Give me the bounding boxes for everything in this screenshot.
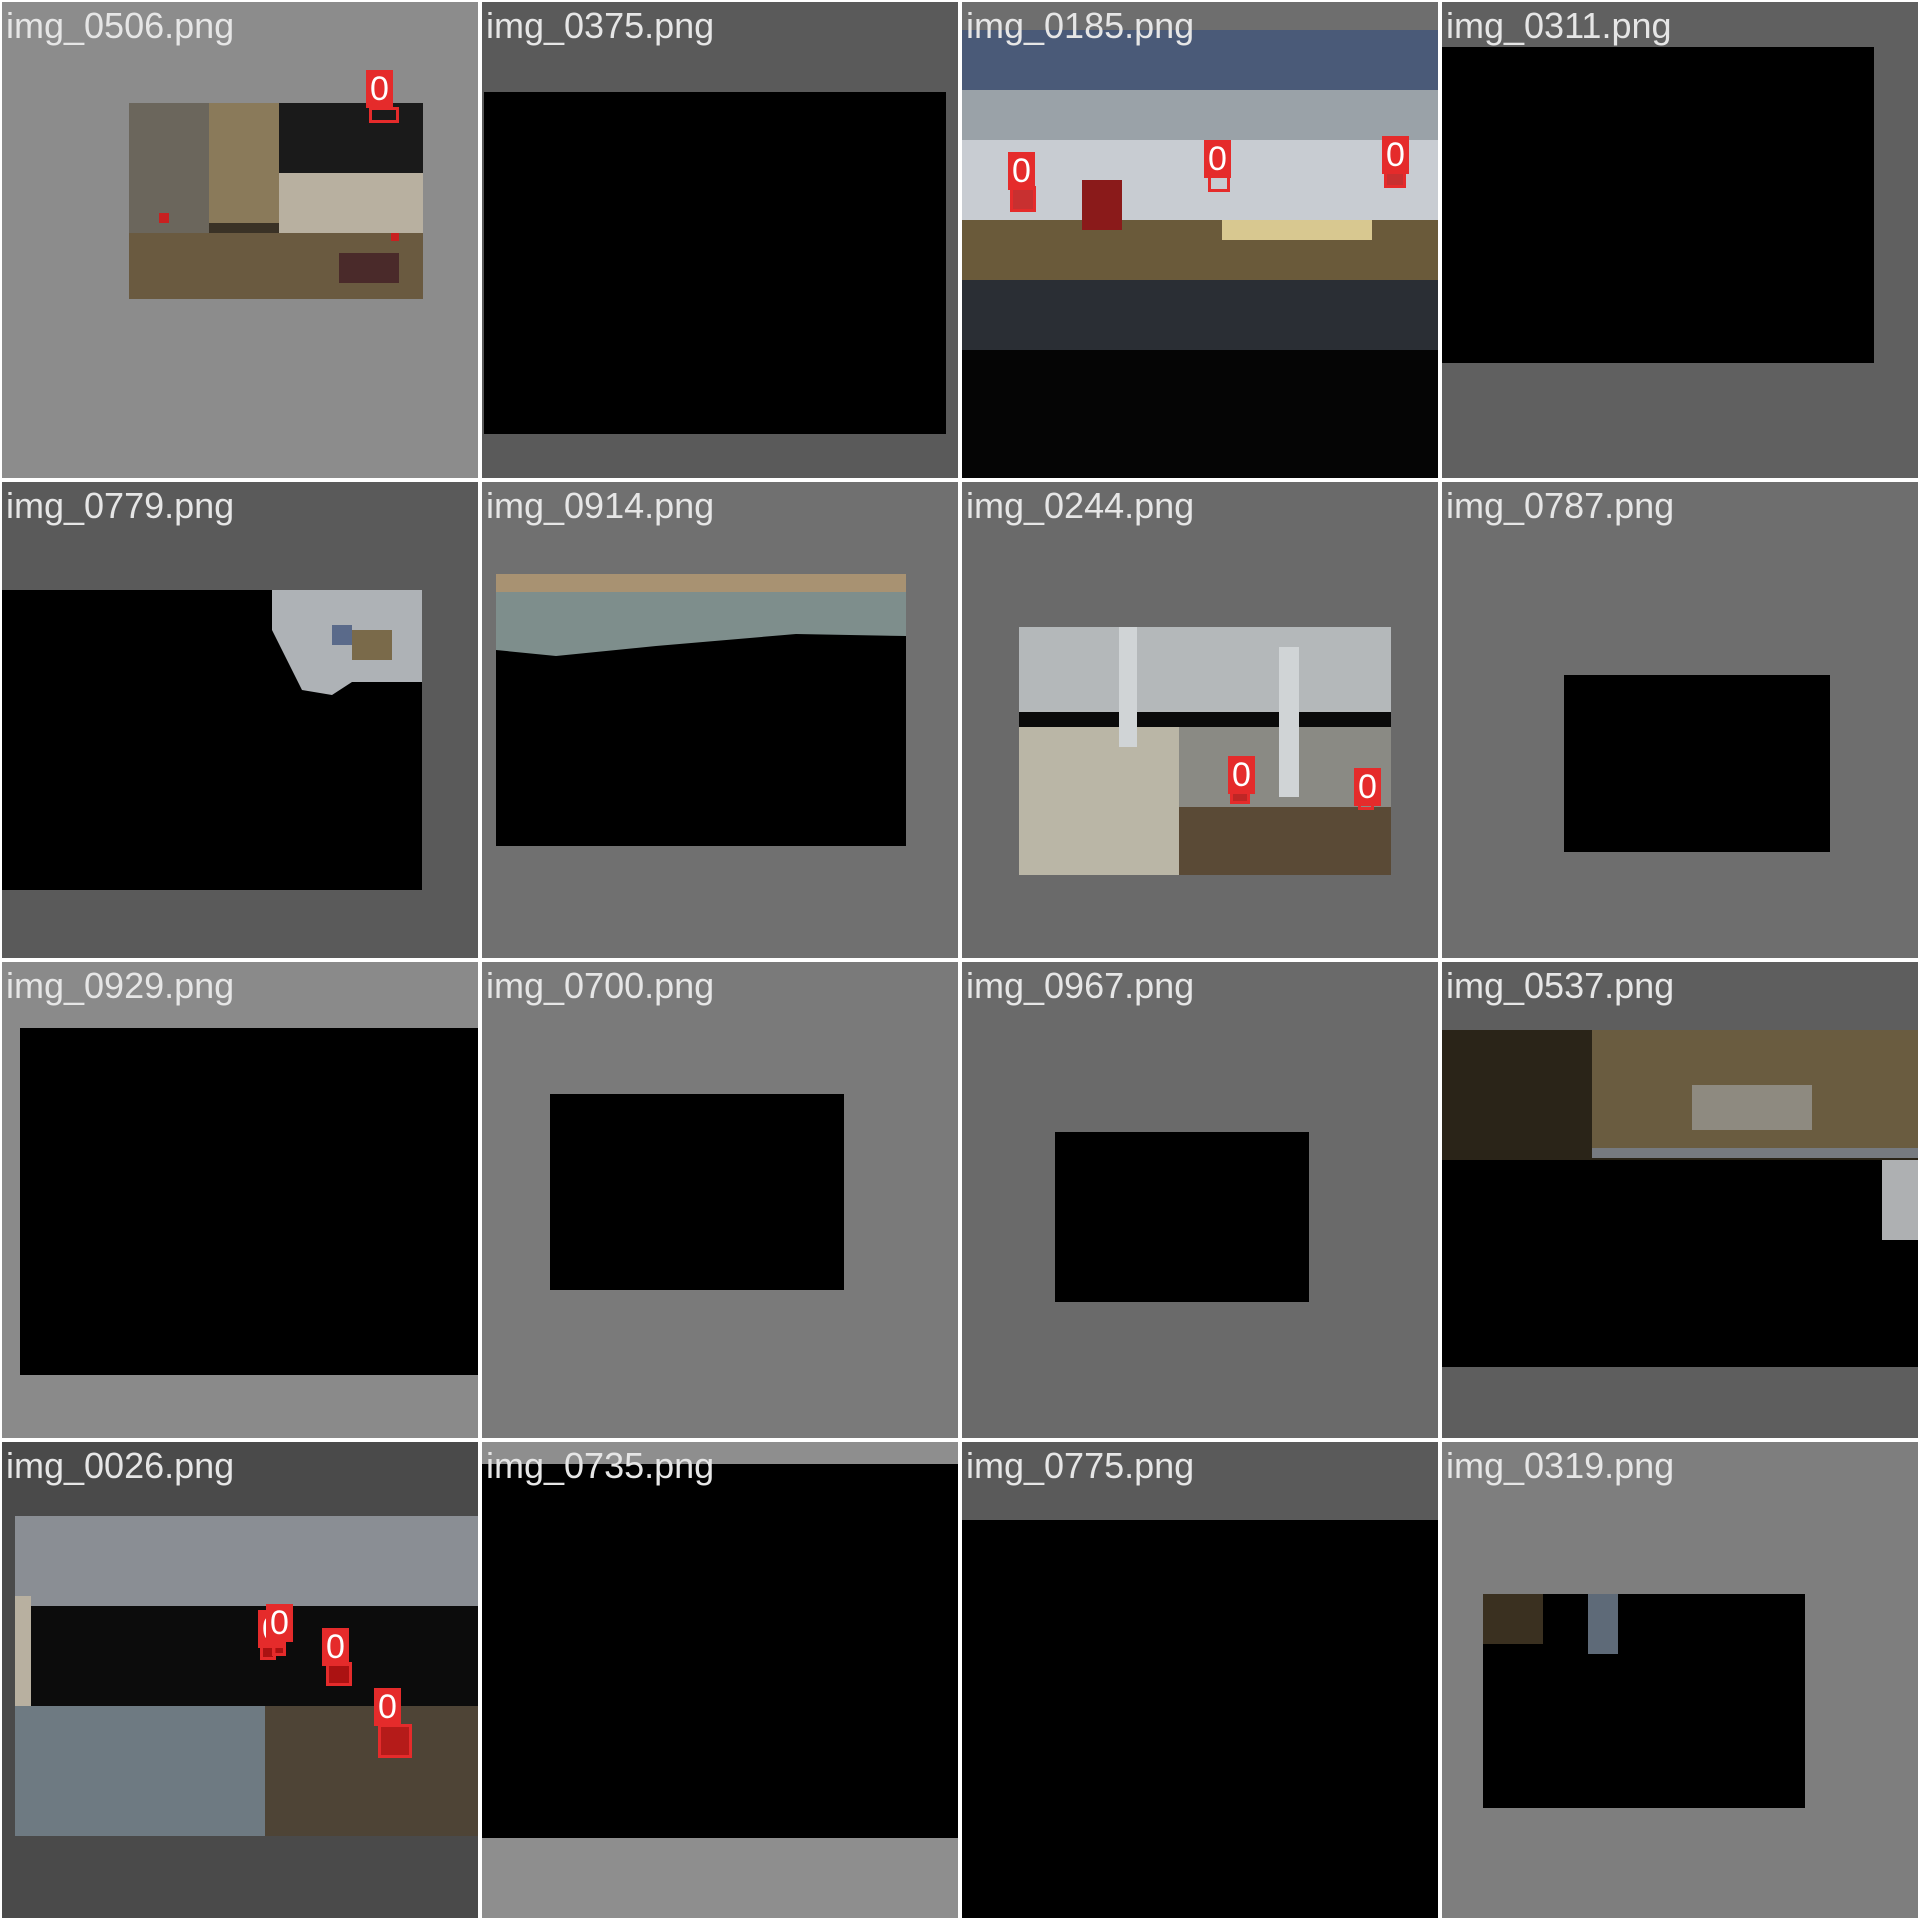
point-cloud-scene (129, 103, 423, 299)
detection-class-tag: 0 (1228, 756, 1255, 794)
image-thumbnail (1055, 1132, 1309, 1302)
image-thumbnail (2, 590, 422, 890)
filename-label: img_0735.png (486, 1445, 715, 1486)
detection-class-tag: 0 (1354, 768, 1381, 806)
filename-label: img_0311.png (1446, 5, 1672, 46)
filename-label: img_0026.png (6, 1445, 235, 1486)
detection-box (378, 1724, 412, 1758)
grid-cell-img-0779: img_0779.png (2, 482, 478, 958)
grid-cell-img-0375: img_0375.png (482, 2, 958, 478)
detection-class-tag: 0 (1382, 136, 1409, 174)
detection-box (369, 107, 399, 123)
image-thumbnail (962, 1520, 1438, 1918)
image-thumbnail (1483, 1594, 1805, 1808)
grid-cell-img-0914: img_0914.png (482, 482, 958, 958)
image-thumbnail (15, 1516, 478, 1836)
image-thumbnail (1442, 47, 1874, 363)
grid-cell-img-0185: img_0185.png 0 0 0 (962, 2, 1438, 478)
filename-label: img_0914.png (486, 485, 715, 526)
image-thumbnail (550, 1094, 844, 1290)
grid-cell-img-0735: img_0735.png (482, 1442, 958, 1918)
point-cloud-scene (15, 1516, 478, 1836)
grid-cell-img-0700: img_0700.png (482, 962, 958, 1438)
filename-label: img_0185.png (966, 5, 1195, 46)
grid-cell-img-0506: img_0506.png 0 (2, 2, 478, 478)
filename-label: img_0506.png (6, 5, 235, 46)
filename-label: img_0319.png (1446, 1445, 1675, 1486)
point-cloud-scene (962, 30, 1438, 478)
image-thumbnail (482, 1464, 958, 1838)
image-thumbnail (1019, 627, 1391, 875)
grid-cell-img-0967: img_0967.png (962, 962, 1438, 1438)
grid-cell-img-0929: img_0929.png (2, 962, 478, 1438)
image-thumbnail (496, 574, 906, 846)
detection-class-tag: 0 (1204, 140, 1231, 178)
filename-label: img_0787.png (1446, 485, 1675, 526)
grid-cell-img-0244: img_0244.png 0 0 (962, 482, 1438, 958)
filename-label: img_0537.png (1446, 965, 1675, 1006)
filename-label: img_0700.png (486, 965, 715, 1006)
point-cloud-scene (496, 574, 906, 846)
filename-label: img_0244.png (966, 485, 1195, 526)
image-grid: img_0506.png 0 img_0375.png img_0185.png (0, 0, 1920, 1920)
image-thumbnail (962, 30, 1438, 478)
grid-cell-img-0775: img_0775.png (962, 1442, 1438, 1918)
image-thumbnail (1564, 675, 1830, 852)
filename-label: img_0967.png (966, 965, 1195, 1006)
image-thumbnail (1442, 1030, 1918, 1367)
grid-cell-img-0787: img_0787.png (1442, 482, 1918, 958)
detection-class-tag: 0 (374, 1688, 401, 1726)
detection-class-tag: 0 (322, 1628, 349, 1666)
image-thumbnail (484, 92, 946, 434)
grid-cell-img-0311: img_0311.png (1442, 2, 1918, 478)
filename-label: img_0375.png (486, 5, 715, 46)
filename-label: img_0775.png (966, 1445, 1195, 1486)
filename-label: img_0779.png (6, 485, 235, 526)
image-thumbnail (129, 103, 423, 299)
detection-class-tag: 0 (1008, 152, 1035, 190)
point-cloud-scene (1442, 1030, 1918, 1367)
grid-cell-img-0537: img_0537.png (1442, 962, 1918, 1438)
point-cloud-scene (2, 590, 422, 890)
point-cloud-scene (1019, 627, 1391, 875)
grid-cell-img-0319: img_0319.png (1442, 1442, 1918, 1918)
grid-cell-img-0026: img_0026.png 0 0 0 0 (2, 1442, 478, 1918)
filename-label: img_0929.png (6, 965, 235, 1006)
detection-class-tag: 0 (266, 1604, 293, 1642)
point-cloud-scene (1483, 1594, 1805, 1808)
image-thumbnail (20, 1028, 478, 1375)
detection-class-tag: 0 (366, 70, 393, 108)
